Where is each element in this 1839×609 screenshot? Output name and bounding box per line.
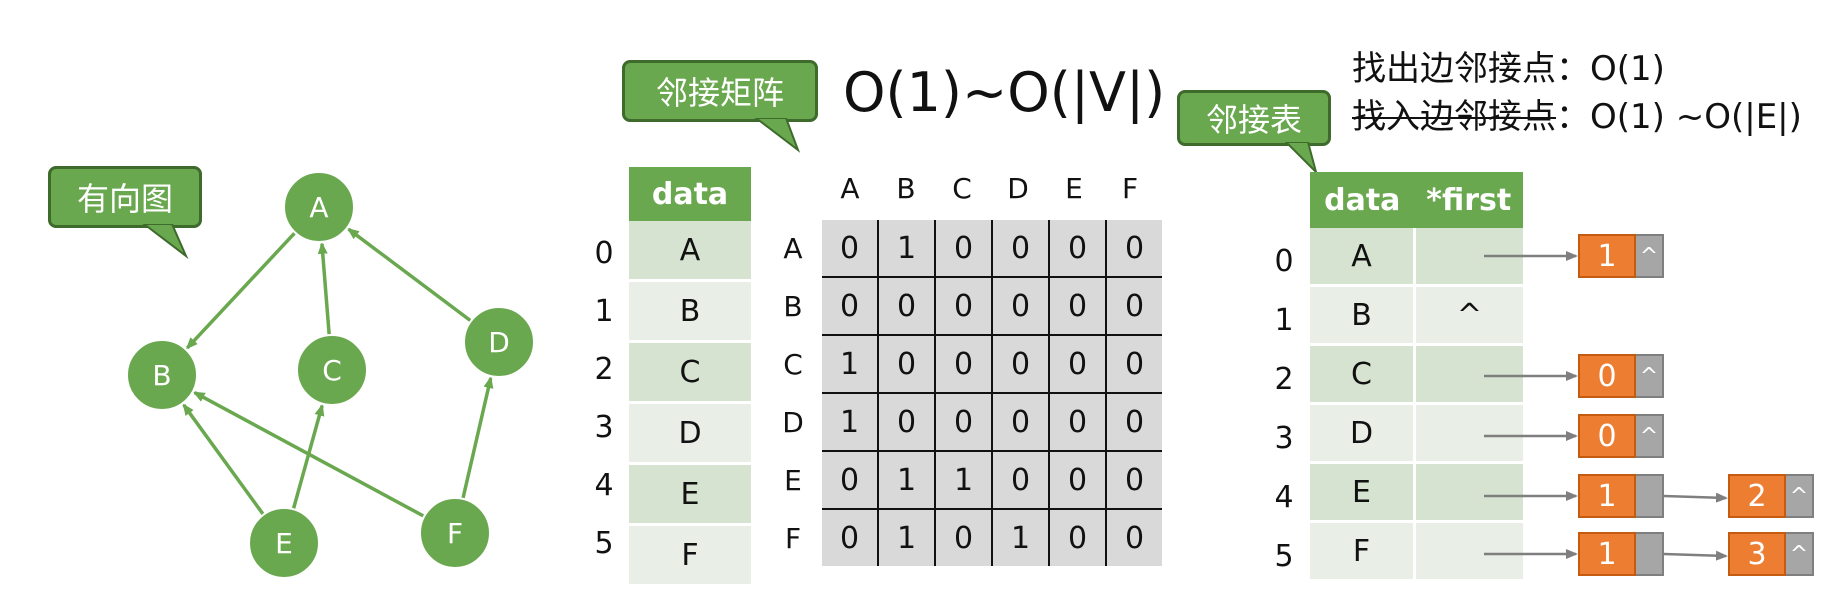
edge-node-next: ^ (1636, 414, 1664, 458)
edge-node-next: ^ (1636, 354, 1664, 398)
edge-node-next (1636, 474, 1664, 518)
edge-node-next: ^ (1636, 234, 1664, 278)
edge-node-value: 2 (1728, 474, 1786, 518)
edge-node-value: 0 (1578, 354, 1636, 398)
edge-node: 1 ^ (1578, 234, 1664, 278)
edge-node-value: 3 (1728, 532, 1786, 576)
edge-node: 2 ^ (1728, 474, 1814, 518)
edge-node: 1 (1578, 532, 1664, 576)
edge-node-value: 1 (1578, 474, 1636, 518)
next-pointer-arrow (1663, 550, 1728, 561)
edge-node-next: ^ (1786, 474, 1814, 518)
edge-node-next (1636, 532, 1664, 576)
edge-node-value: 1 (1578, 532, 1636, 576)
edge-node-value: 1 (1578, 234, 1636, 278)
edge-node: 0 ^ (1578, 354, 1664, 398)
edge-node-value: 0 (1578, 414, 1636, 458)
edge-node-next: ^ (1786, 532, 1814, 576)
edge-node: 1 (1578, 474, 1664, 518)
edge-node: 3 ^ (1728, 532, 1814, 576)
adj-list-arrows (1484, 251, 1728, 561)
edge-node: 0 ^ (1578, 414, 1664, 458)
next-pointer-arrow (1663, 492, 1728, 503)
